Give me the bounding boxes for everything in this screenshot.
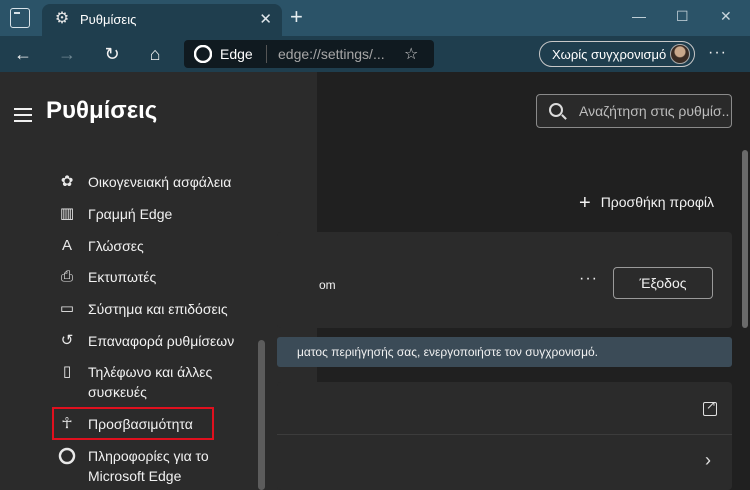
laptop-icon: ▭ xyxy=(59,300,75,317)
tab-settings[interactable]: ⚙ Ρυθμίσεις ✕ xyxy=(42,4,282,36)
family-icon: ✿ xyxy=(60,173,74,190)
highlight-box xyxy=(52,407,214,440)
sync-label: Χωρίς συγχρονισμό xyxy=(552,47,667,62)
printer-icon: ⎙ xyxy=(60,268,73,285)
sidebar-item-label: Τηλέφωνο και άλλες συσκευές xyxy=(88,364,213,400)
edge-logo-icon xyxy=(194,45,212,63)
signout-button[interactable]: Έξοδος xyxy=(613,267,713,299)
search-input[interactable] xyxy=(579,103,729,119)
maximize-button[interactable]: ☐ xyxy=(676,8,689,25)
plus-icon: + xyxy=(579,192,591,214)
add-profile-button[interactable]: + Προσθήκη προφίλ xyxy=(579,190,715,214)
add-profile-label: Προσθήκη προφίλ xyxy=(600,194,715,210)
phone-icon: ▯ xyxy=(62,363,72,380)
edge-bar-icon: ▥ xyxy=(59,205,75,222)
account-email: om xyxy=(319,278,336,292)
sync-notice-text: ματος περιήγησής σας, ενεργοποιήστε τον … xyxy=(297,345,598,359)
add-favorite-icon[interactable]: ☆ xyxy=(404,44,418,64)
settings-card xyxy=(277,382,732,490)
menu-icon[interactable] xyxy=(14,108,32,122)
close-window-button[interactable]: ✕ xyxy=(720,8,732,25)
sidebar-item-label: Σύστημα και επιδόσεις xyxy=(88,301,228,317)
sidebar-item-reset[interactable]: ↺ Επαναφορά ρυθμίσεων xyxy=(52,331,272,351)
external-link-icon[interactable] xyxy=(703,398,717,416)
title-bar: ⚙ Ρυθμίσεις ✕ + — ☐ ✕ xyxy=(0,0,750,36)
sidebar-item-phone[interactable]: ▯ Τηλέφωνο και άλλες συσκευές xyxy=(52,362,272,402)
toolbar: ← → ↻ ⌂ Edge edge://settings/... ☆ Χωρίς… xyxy=(0,36,750,72)
sidebar-scrollbar[interactable] xyxy=(258,340,265,490)
search-icon xyxy=(549,103,563,117)
chevron-right-icon[interactable]: › xyxy=(705,450,711,471)
sidebar-item-label: Γλώσσες xyxy=(88,238,144,254)
edge-logo-icon xyxy=(58,447,76,465)
more-menu-button[interactable]: ··· xyxy=(708,44,727,62)
refresh-button[interactable]: ↻ xyxy=(101,43,123,65)
back-button[interactable]: ← xyxy=(12,43,34,65)
sidebar-item-printers[interactable]: ⎙ Εκτυπωτές xyxy=(52,267,272,287)
sidebar-item-system[interactable]: ▭ Σύστημα και επιδόσεις xyxy=(52,299,272,319)
home-button[interactable]: ⌂ xyxy=(144,43,166,65)
sidebar-item-label: Γραμμή Edge xyxy=(88,206,173,222)
sidebar-item-family-safety[interactable]: ✿ Οικογενειακή ασφάλεια xyxy=(52,172,272,192)
search-box[interactable] xyxy=(536,94,732,128)
profile-sync-button[interactable]: Χωρίς συγχρονισμό xyxy=(539,41,695,67)
page-title: Ρυθμίσεις xyxy=(46,97,158,124)
sidebar-item-languages[interactable]: A Γλώσσες xyxy=(52,236,272,256)
address-url[interactable]: edge://settings/... xyxy=(278,46,385,62)
address-brand: Edge xyxy=(220,46,253,62)
address-divider xyxy=(266,45,267,63)
sync-notice: ματος περιήγησής σας, ενεργοποιήστε τον … xyxy=(277,337,732,367)
minimize-button[interactable]: — xyxy=(632,8,646,24)
workspaces-icon[interactable] xyxy=(10,8,30,28)
sidebar-item-about[interactable]: Πληροφορίες για το Microsoft Edge xyxy=(52,446,272,486)
content-scrollbar[interactable] xyxy=(742,150,748,328)
sidebar-item-edge-bar[interactable]: ▥ Γραμμή Edge xyxy=(52,204,272,224)
close-tab-icon[interactable]: ✕ xyxy=(259,10,272,28)
reset-icon: ↺ xyxy=(60,332,74,349)
profile-more-button[interactable]: ··· xyxy=(579,270,598,288)
sidebar-item-label: Επαναφορά ρυθμίσεων xyxy=(88,333,235,349)
languages-icon: A xyxy=(61,237,72,254)
address-bar[interactable]: Edge edge://settings/... ☆ xyxy=(184,40,434,68)
avatar xyxy=(670,44,690,64)
tab-title: Ρυθμίσεις xyxy=(80,12,137,27)
sidebar-item-label: Εκτυπωτές xyxy=(88,269,157,285)
new-tab-button[interactable]: + xyxy=(290,6,303,28)
gear-icon: ⚙ xyxy=(54,10,70,27)
sidebar-item-label: Πληροφορίες για το Microsoft Edge xyxy=(88,448,209,484)
settings-content: + Προσθήκη προφίλ om ··· Έξοδος ματος περ… xyxy=(277,72,750,490)
divider xyxy=(277,434,732,435)
forward-button[interactable]: → xyxy=(56,43,78,65)
sidebar-item-label: Οικογενειακή ασφάλεια xyxy=(88,174,232,190)
